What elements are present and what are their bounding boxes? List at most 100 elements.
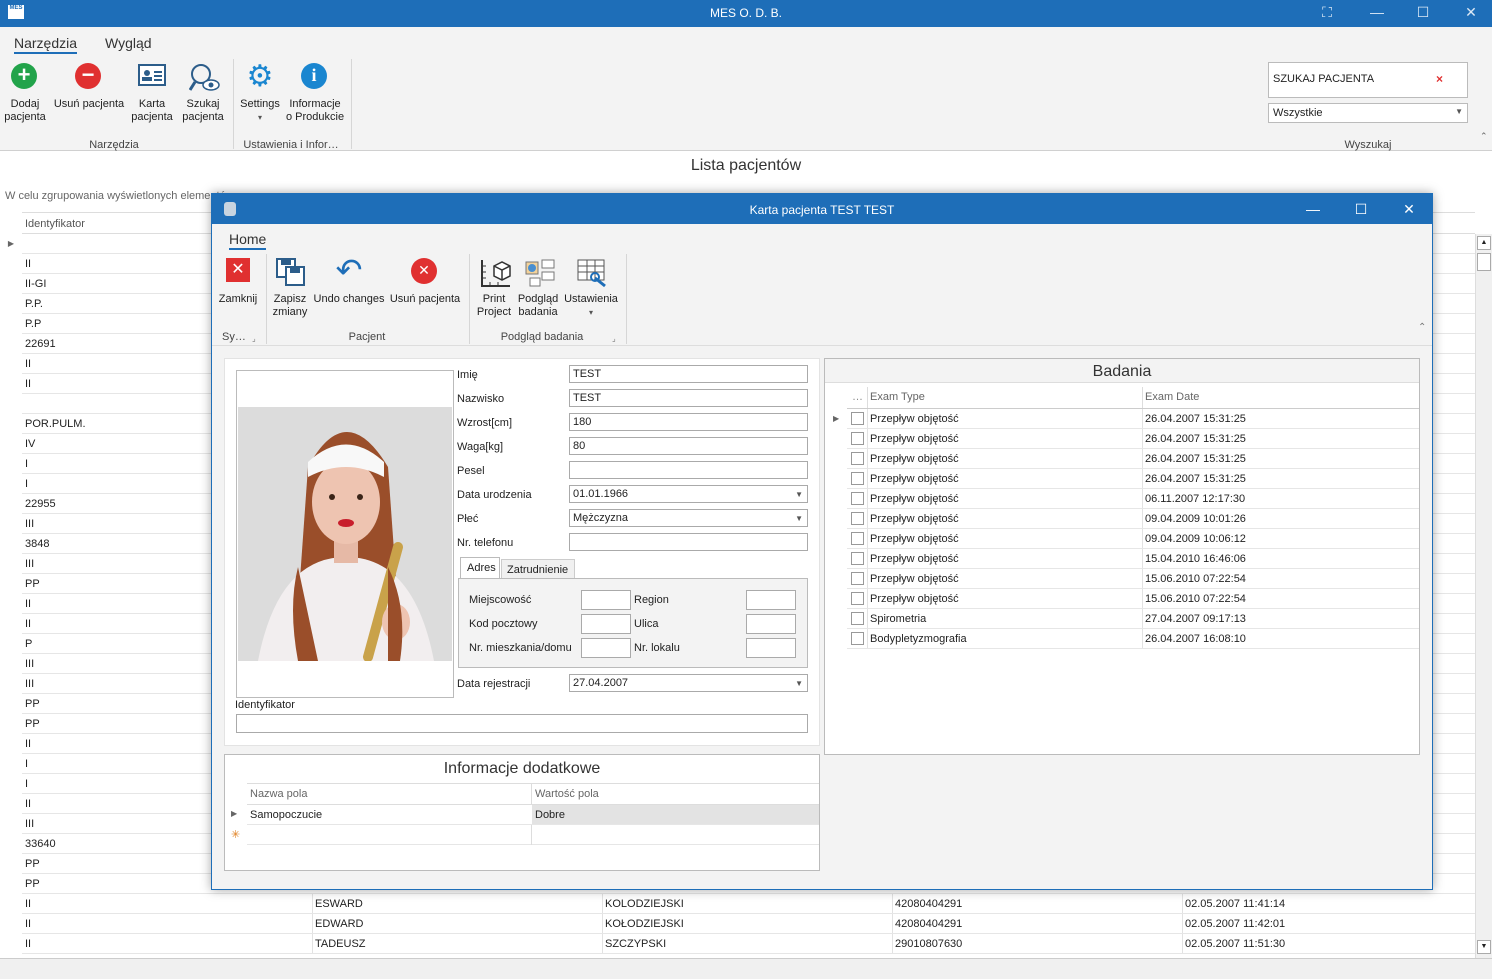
vertical-scrollbar[interactable]: ▲ ▼ xyxy=(1475,234,1492,958)
new-row[interactable] xyxy=(247,825,819,845)
exam-row[interactable]: Przepływ objętość 26.04.2007 15:31:25 xyxy=(847,429,1419,449)
group-expand-icon[interactable]: ⌟ xyxy=(252,334,256,343)
tab-adres[interactable]: Adres xyxy=(460,557,500,579)
close-card-button[interactable]: ✕ Zamknij xyxy=(217,258,259,306)
exam-checkbox[interactable] xyxy=(851,572,864,585)
exam-date-cell: 15.04.2010 16:46:06 xyxy=(1145,553,1246,565)
dialog-minimize-button[interactable]: — xyxy=(1290,194,1336,224)
exam-date-header[interactable]: Exam Date xyxy=(1145,391,1199,403)
last-name-input[interactable]: TEST xyxy=(569,389,808,407)
patient-card-dialog: Karta pacjenta TEST TEST — ☐ ✕ Home ✕ Za… xyxy=(211,193,1433,890)
patient-search-input[interactable]: SZUKAJ PACJENTA × xyxy=(1268,62,1468,98)
exam-row[interactable]: Spirometria 27.04.2007 09:17:13 xyxy=(847,609,1419,629)
exam-row[interactable]: Przepływ objętość 09.04.2009 10:06:12 xyxy=(847,529,1419,549)
tab-home[interactable]: Home xyxy=(229,231,267,250)
exam-row[interactable]: Przepływ objętość 15.06.2010 07:22:54 xyxy=(847,589,1419,609)
group-expand-icon[interactable]: ⌟ xyxy=(612,334,616,343)
table-cell: ESWARD xyxy=(315,898,363,910)
city-input[interactable] xyxy=(581,590,631,610)
add-patient-button[interactable]: + Dodaj pacjenta xyxy=(2,63,48,124)
column-divider xyxy=(1142,549,1143,568)
exam-checkbox[interactable] xyxy=(851,552,864,565)
exam-row[interactable]: Przepływ objętość 15.04.2010 16:46:06 xyxy=(847,549,1419,569)
product-info-button[interactable]: i Informacje o Produkcie xyxy=(286,63,344,124)
exam-row[interactable]: Przepływ objętość 15.06.2010 07:22:54 xyxy=(847,569,1419,589)
patient-photo-frame[interactable] xyxy=(236,370,454,698)
exam-row[interactable]: Przepływ objętość 26.04.2007 15:31:25 xyxy=(847,449,1419,469)
exam-checkbox[interactable] xyxy=(851,472,864,485)
remove-patient-button[interactable]: − Usuń pacjenta xyxy=(53,63,125,111)
exam-checkbox[interactable] xyxy=(851,512,864,525)
undo-changes-button[interactable]: ↶ Undo changes xyxy=(313,254,385,306)
exam-type-header[interactable]: Exam Type xyxy=(870,391,925,403)
collapse-ribbon-icon[interactable]: ⌃ xyxy=(1418,322,1426,333)
collapse-ribbon-icon[interactable]: ⌃ xyxy=(1480,131,1488,142)
save-changes-button[interactable]: Zapisz zmiany xyxy=(270,258,310,319)
exam-checkbox[interactable] xyxy=(851,412,864,425)
exam-date-cell: 26.04.2007 15:31:25 xyxy=(1145,453,1246,465)
birth-date-picker[interactable]: 01.01.1966 ▼ xyxy=(569,485,808,503)
pesel-input[interactable] xyxy=(569,461,808,479)
card-settings-button[interactable]: Ustawienia ▾ xyxy=(562,258,620,319)
phone-input[interactable] xyxy=(569,533,808,551)
exam-checkbox[interactable] xyxy=(851,532,864,545)
sex-select[interactable]: Mężczyzna ▼ xyxy=(569,509,808,527)
scroll-down-icon[interactable]: ▼ xyxy=(1477,940,1491,954)
exam-row[interactable]: Przepływ objętość 26.04.2007 15:31:25 xyxy=(847,469,1419,489)
scroll-thumb[interactable] xyxy=(1477,253,1491,271)
weight-input[interactable]: 80 xyxy=(569,437,808,455)
tab-zatrudnienie[interactable]: Zatrudnienie xyxy=(501,559,575,579)
height-input[interactable]: 180 xyxy=(569,413,808,431)
tab-wyglad[interactable]: Wygląd xyxy=(105,35,152,51)
fullscreen-button[interactable]: ⛶ xyxy=(1304,0,1350,27)
exam-row[interactable]: Przepływ objętość 06.11.2007 12:17:30 xyxy=(847,489,1419,509)
apartment-number-input[interactable] xyxy=(746,638,796,658)
exam-checkbox[interactable] xyxy=(851,632,864,645)
first-name-input[interactable]: TEST xyxy=(569,365,808,383)
chevron-down-icon: ▼ xyxy=(795,514,803,523)
table-cell: 3848 xyxy=(25,538,50,550)
exam-checkbox[interactable] xyxy=(851,592,864,605)
postal-code-input[interactable] xyxy=(581,614,631,634)
exam-checkbox[interactable] xyxy=(851,452,864,465)
patient-card-button[interactable]: Karta pacjenta xyxy=(128,63,176,124)
scroll-up-icon[interactable]: ▲ xyxy=(1477,236,1491,250)
house-number-input[interactable] xyxy=(581,638,631,658)
exam-preview-button[interactable]: Podgląd badania xyxy=(517,258,559,319)
exam-row[interactable]: Przepływ objętość 09.04.2009 10:01:26 xyxy=(847,509,1419,529)
exam-row[interactable]: Bodypletyzmografia 26.04.2007 16:08:10 xyxy=(847,629,1419,649)
filter-select[interactable]: Wszystkie ▼ xyxy=(1268,103,1468,123)
exam-date-cell: 26.04.2007 15:31:25 xyxy=(1145,413,1246,425)
select-column-header[interactable]: … xyxy=(852,391,863,403)
print-project-button[interactable]: Print Project xyxy=(474,258,514,319)
clear-search-icon[interactable]: × xyxy=(1436,72,1443,86)
additional-info-row[interactable]: Samopoczucie Dobre xyxy=(247,805,819,825)
ruler-cube-icon xyxy=(480,258,511,287)
field-value-header[interactable]: Wartość pola xyxy=(535,788,599,800)
settings-button[interactable]: ⚙ Settings ▾ xyxy=(238,62,282,124)
tab-narzedzia[interactable]: Narzędzia xyxy=(14,35,78,54)
registration-date-picker[interactable]: 27.04.2007 ▼ xyxy=(569,674,808,692)
dialog-close-button[interactable]: ✕ xyxy=(1386,194,1432,224)
exam-checkbox[interactable] xyxy=(851,612,864,625)
table-row[interactable]: II EDWARD KOŁODZIEJSKI 42080404291 02.05.200… xyxy=(22,914,1475,934)
table-cell: 02.05.2007 11:41:14 xyxy=(1185,898,1286,910)
search-patient-button[interactable]: Szukaj pacjenta xyxy=(180,63,226,124)
identifier-input[interactable] xyxy=(236,714,808,733)
field-name-header[interactable]: Nazwa pola xyxy=(250,788,307,800)
maximize-button[interactable]: ☐ xyxy=(1400,0,1446,27)
exam-checkbox[interactable] xyxy=(851,492,864,505)
table-row[interactable]: II TADEUSZ SZCZYPSKI 29010807630 02.05.2007 … xyxy=(22,934,1475,954)
delete-patient-button[interactable]: ✕ Usuń pacjenta xyxy=(388,258,462,306)
region-input[interactable] xyxy=(746,590,796,610)
exam-checkbox[interactable] xyxy=(851,432,864,445)
column-divider xyxy=(892,934,893,953)
close-button[interactable]: ✕ xyxy=(1448,0,1492,27)
exam-row[interactable]: Przepływ objętość 26.04.2007 15:31:25 xyxy=(847,409,1419,429)
dialog-maximize-button[interactable]: ☐ xyxy=(1338,194,1384,224)
street-input[interactable] xyxy=(746,614,796,634)
exam-type-cell: Przepływ objętość xyxy=(870,513,959,525)
minimize-button[interactable]: — xyxy=(1354,0,1400,27)
table-row[interactable]: II ESWARD KOLODZIEJSKI 42080404291 02.05.200… xyxy=(22,894,1475,914)
exam-type-cell: Przepływ objętość xyxy=(870,553,959,565)
